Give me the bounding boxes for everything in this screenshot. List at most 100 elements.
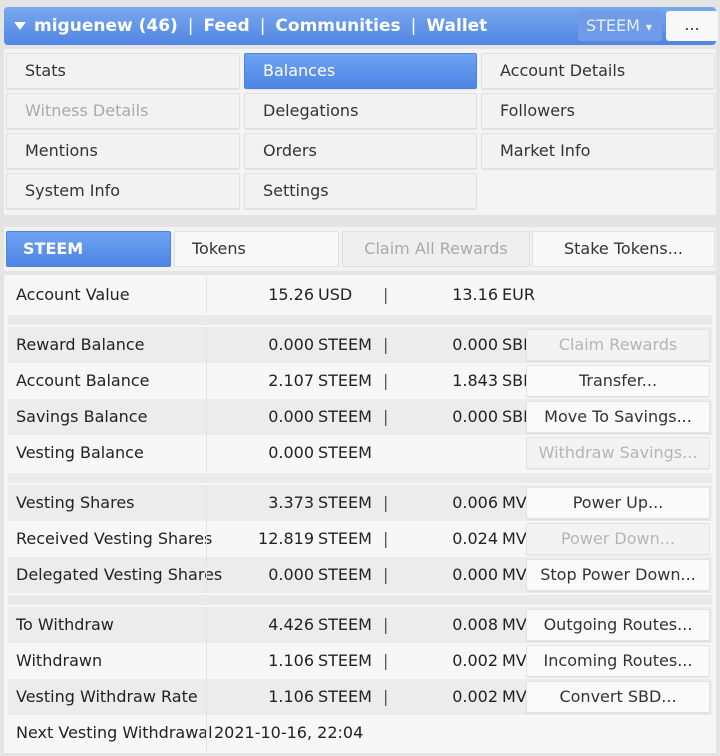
power-up-button[interactable]: Power Up... bbox=[526, 487, 710, 519]
feed-link[interactable]: Feed bbox=[204, 7, 250, 45]
value-secondary: 13.16 bbox=[452, 285, 498, 304]
incoming-routes-button[interactable]: Incoming Routes... bbox=[526, 645, 710, 677]
unit-primary: STEEM bbox=[318, 493, 372, 512]
convert-sbd-button[interactable]: Convert SBD... bbox=[526, 681, 710, 713]
value-primary: 0.000 bbox=[268, 407, 314, 426]
value-separator: | bbox=[383, 529, 389, 548]
table-row: Received Vesting Shares 12.819 STEEM | 0… bbox=[8, 521, 712, 557]
menu-balances-button[interactable]: Balances bbox=[244, 53, 477, 89]
value-secondary: 0.000 bbox=[452, 335, 498, 354]
table-row: Reward Balance 0.000 STEEM | 0.000 SBD C… bbox=[8, 327, 712, 363]
menu-delegations-button[interactable]: Delegations bbox=[244, 93, 477, 129]
value-secondary: 0.002 bbox=[452, 651, 498, 670]
column-divider bbox=[206, 607, 207, 643]
section-divider bbox=[8, 315, 712, 325]
wallet-menu-panel: Stats Balances Account Details Witness D… bbox=[4, 49, 716, 215]
value-separator: | bbox=[383, 407, 389, 426]
row-label: To Withdraw bbox=[16, 615, 114, 634]
column-divider bbox=[206, 557, 207, 593]
table-row: Vesting Shares 3.373 STEEM | 0.006 MVest… bbox=[8, 485, 712, 521]
menu-account-details-button[interactable]: Account Details bbox=[481, 53, 715, 89]
top-navigation-bar: miguenew (46) | Feed | Communities | Wallet ST… bbox=[4, 7, 718, 45]
account-value-row: Account Value 15.26 USD | 13.16 EUR bbox=[8, 277, 712, 313]
menu-followers-button[interactable]: Followers bbox=[481, 93, 715, 129]
menu-system-info-button[interactable]: System Info bbox=[6, 173, 240, 209]
value-separator: | bbox=[383, 493, 389, 512]
value-secondary: 0.000 bbox=[452, 565, 498, 584]
menu-stats-button[interactable]: Stats bbox=[6, 53, 240, 89]
unit-primary: STEEM bbox=[318, 529, 372, 548]
value-secondary: 0.006 bbox=[452, 493, 498, 512]
value-separator: | bbox=[383, 285, 389, 304]
row-label: Reward Balance bbox=[16, 335, 145, 354]
row-label: Received Vesting Shares bbox=[16, 529, 213, 548]
transfer-button[interactable]: Transfer... bbox=[526, 365, 710, 397]
value-secondary: 0.002 bbox=[452, 687, 498, 706]
account-link[interactable]: miguenew (46) bbox=[34, 7, 178, 45]
withdraw-savings-button[interactable]: Withdraw Savings... bbox=[526, 437, 710, 469]
outgoing-routes-button[interactable]: Outgoing Routes... bbox=[526, 609, 710, 641]
row-label: Delegated Vesting Shares bbox=[16, 565, 223, 584]
tab-steem[interactable]: STEEM bbox=[6, 231, 171, 267]
unit-primary: USD bbox=[318, 285, 353, 304]
row-label: Next Vesting Withdrawal bbox=[16, 723, 213, 742]
coin-select-value: STEEM bbox=[586, 16, 640, 35]
stop-power-down-button[interactable]: Stop Power Down... bbox=[526, 559, 710, 591]
unit-primary: STEEM bbox=[318, 443, 372, 462]
claim-all-rewards-button[interactable]: Claim All Rewards bbox=[342, 231, 530, 267]
move-to-savings-button[interactable]: Move To Savings... bbox=[526, 401, 710, 433]
row-label: Savings Balance bbox=[16, 407, 148, 426]
more-button[interactable]: ... bbox=[666, 11, 718, 41]
unit-secondary: EUR bbox=[502, 285, 535, 304]
table-row: Vesting Withdraw Rate 1.106 STEEM | 0.00… bbox=[8, 679, 712, 715]
value-secondary: 1.843 bbox=[452, 371, 498, 390]
menu-settings-button[interactable]: Settings bbox=[244, 173, 477, 209]
menu-orders-button[interactable]: Orders bbox=[244, 133, 477, 169]
wallet-link[interactable]: Wallet bbox=[426, 7, 487, 45]
value-primary: 12.819 bbox=[258, 529, 314, 548]
column-divider bbox=[206, 363, 207, 399]
value-separator: | bbox=[383, 651, 389, 670]
tab-tokens[interactable]: Tokens bbox=[174, 231, 339, 267]
unit-primary: STEEM bbox=[318, 371, 372, 390]
table-row: Vesting Balance 0.000 STEEM Withdraw Sav… bbox=[8, 435, 712, 471]
caret-down-icon[interactable] bbox=[14, 22, 26, 30]
value-secondary: 0.024 bbox=[452, 529, 498, 548]
stake-tokens-button[interactable]: Stake Tokens... bbox=[532, 231, 715, 267]
value-primary: 0.000 bbox=[268, 443, 314, 462]
power-down-button[interactable]: Power Down... bbox=[526, 523, 710, 555]
value-secondary: 0.000 bbox=[452, 407, 498, 426]
unit-primary: STEEM bbox=[318, 687, 372, 706]
section-divider bbox=[8, 595, 712, 605]
coin-select[interactable]: STEEM ▼ bbox=[578, 11, 662, 41]
column-divider bbox=[206, 435, 207, 471]
nav-separator: | bbox=[187, 16, 194, 36]
menu-witness-details-button[interactable]: Witness Details bbox=[6, 93, 240, 129]
communities-link[interactable]: Communities bbox=[275, 7, 400, 45]
value-separator: | bbox=[383, 615, 389, 634]
nav-separator: | bbox=[259, 16, 266, 36]
column-divider bbox=[206, 521, 207, 557]
value-primary: 3.373 bbox=[268, 493, 314, 512]
value-primary: 2.107 bbox=[268, 371, 314, 390]
value-primary: 4.426 bbox=[268, 615, 314, 634]
table-row: To Withdraw 4.426 STEEM | 0.008 MVests O… bbox=[8, 607, 712, 643]
menu-mentions-button[interactable]: Mentions bbox=[6, 133, 240, 169]
table-row: Account Balance 2.107 STEEM | 1.843 SBD … bbox=[8, 363, 712, 399]
next-withdrawal-row: Next Vesting Withdrawal 2021-10-16, 22:0… bbox=[8, 715, 712, 751]
dropdown-arrow-icon: ▼ bbox=[645, 23, 652, 32]
token-tab-strip: STEEM Tokens Claim All Rewards Stake Tok… bbox=[4, 227, 716, 271]
value-primary: 1.106 bbox=[268, 651, 314, 670]
table-row: Savings Balance 0.000 STEEM | 0.000 SBD … bbox=[8, 399, 712, 435]
claim-rewards-button[interactable]: Claim Rewards bbox=[526, 329, 710, 361]
value-primary: 15.26 bbox=[268, 285, 314, 304]
row-label: Account Balance bbox=[16, 371, 150, 390]
top-nav-links: miguenew (46) | Feed | Communities | Wallet bbox=[34, 7, 487, 45]
value-separator: | bbox=[383, 335, 389, 354]
menu-market-info-button[interactable]: Market Info bbox=[481, 133, 715, 169]
next-withdrawal-date: 2021-10-16, 22:04 bbox=[214, 723, 364, 742]
row-label: Vesting Balance bbox=[16, 443, 144, 462]
table-row: Withdrawn 1.106 STEEM | 0.002 MVests Inc… bbox=[8, 643, 712, 679]
column-divider bbox=[206, 277, 207, 313]
balances-table: Account Value 15.26 USD | 13.16 EUR Rewa… bbox=[4, 275, 716, 753]
